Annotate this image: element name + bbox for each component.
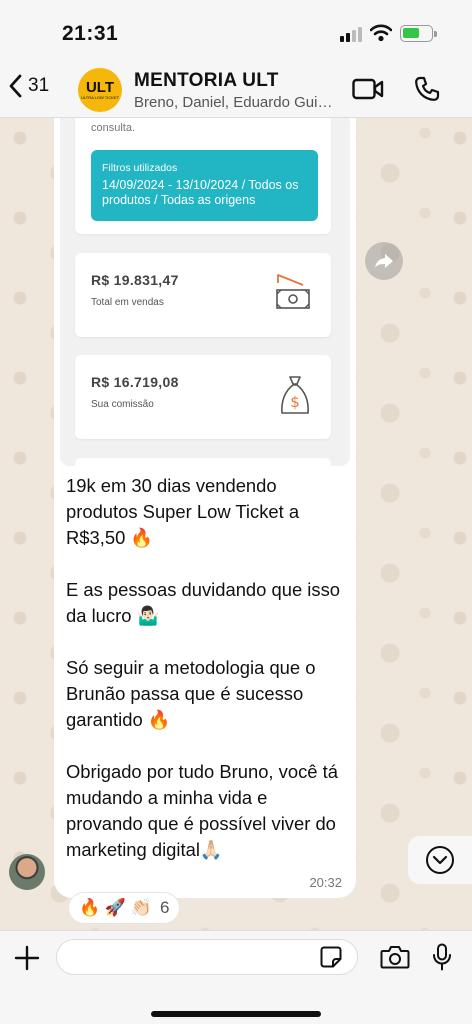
- total-sales-label: Total em vendas: [91, 297, 164, 308]
- money-bill-icon: [276, 274, 310, 309]
- status-bar: 21:31: [0, 0, 472, 62]
- commission-label: Sua comissão: [91, 399, 154, 410]
- reaction-emojis: 🔥 🚀 👏🏻: [79, 898, 152, 917]
- reactions-pill[interactable]: 🔥 🚀 👏🏻 6: [68, 892, 181, 924]
- camera-icon: [380, 946, 410, 969]
- message-bubble[interactable]: consulta. Filtros utilizados 14/09/2024 …: [54, 118, 356, 898]
- chat-header: 31 ULT ULTRA LOW TICKET MENTORIA ULT Bre…: [0, 62, 472, 118]
- attach-button[interactable]: [14, 945, 40, 976]
- svg-text:$: $: [290, 393, 300, 411]
- message-text: 19k em 30 dias vendendo produtos Super L…: [66, 475, 341, 860]
- filters-value: 14/09/2024 - 13/10/2024 / Todos os produ…: [102, 178, 299, 207]
- message-time: 20:32: [309, 875, 342, 890]
- composer-bar: [0, 930, 472, 1024]
- plus-icon: [14, 945, 40, 971]
- commission-value: R$ 16.719,08: [91, 374, 179, 390]
- chevron-down-circle-icon: [426, 846, 454, 874]
- microphone-button[interactable]: [432, 943, 452, 976]
- microphone-icon: [433, 943, 451, 971]
- total-sales-card: R$ 19.831,47 Total em vendas: [75, 253, 331, 337]
- forward-arrow-icon: [375, 254, 393, 268]
- wifi-icon: [369, 24, 393, 47]
- voice-call-button[interactable]: [414, 76, 440, 107]
- filters-label: Filtros utilizados: [102, 162, 178, 174]
- status-time: 21:31: [62, 22, 119, 45]
- signal-icon: [340, 26, 364, 42]
- home-indicator: [151, 1011, 321, 1017]
- back-button[interactable]: 31: [8, 74, 49, 98]
- scroll-to-bottom-button[interactable]: [408, 836, 472, 884]
- money-bag-icon: $: [281, 376, 309, 414]
- sticker-icon: [320, 946, 342, 968]
- phone-icon: [415, 76, 440, 101]
- sticker-button[interactable]: [320, 946, 342, 973]
- message-input[interactable]: [56, 939, 358, 975]
- chevron-left-icon: [9, 74, 22, 98]
- next-card-edge: [75, 458, 331, 466]
- video-camera-icon: [352, 78, 384, 100]
- video-call-button[interactable]: [352, 78, 384, 105]
- sender-avatar[interactable]: [9, 854, 45, 890]
- chat-title[interactable]: MENTORIA ULT: [134, 70, 279, 92]
- chat-participants[interactable]: Breno, Daniel, Eduardo Guim...: [134, 94, 334, 111]
- attached-image[interactable]: consulta. Filtros utilizados 14/09/2024 …: [60, 118, 350, 466]
- forward-button[interactable]: [365, 242, 403, 280]
- reaction-count: 6: [159, 898, 170, 917]
- group-avatar[interactable]: ULT ULTRA LOW TICKET: [78, 68, 122, 112]
- consulta-text: consulta.: [91, 122, 136, 134]
- battery-icon: [400, 25, 437, 42]
- total-sales-value: R$ 19.831,47: [91, 272, 179, 288]
- camera-button[interactable]: [380, 945, 410, 974]
- filters-card: consulta. Filtros utilizados 14/09/2024 …: [75, 118, 331, 234]
- unread-count: 31: [28, 75, 50, 96]
- commission-card: R$ 16.719,08 Sua comissão $: [75, 355, 331, 439]
- filters-box: Filtros utilizados 14/09/2024 - 13/10/20…: [91, 150, 318, 221]
